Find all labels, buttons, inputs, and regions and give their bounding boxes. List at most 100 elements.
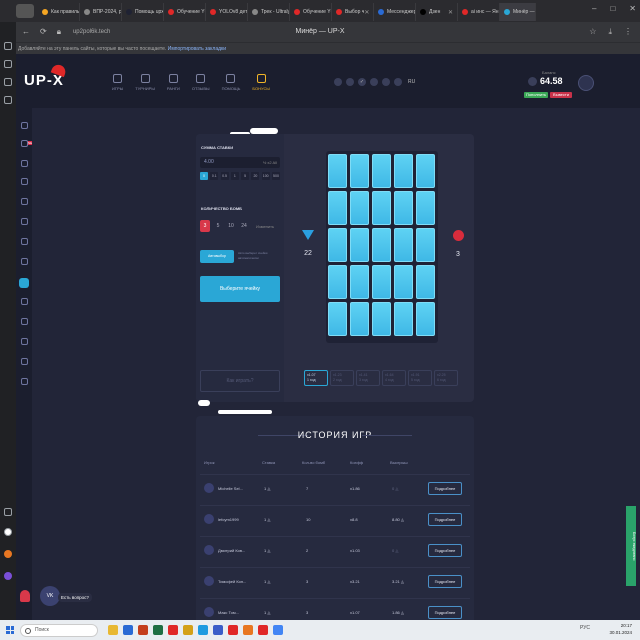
quick-bet-button[interactable]: 5 <box>241 172 250 180</box>
browser-tab[interactable]: YOLOv8 детек✕ <box>206 3 248 21</box>
mine-cell[interactable] <box>394 302 413 336</box>
bookmark-icon[interactable]: ☆ <box>589 27 596 37</box>
sidebar-app-icon[interactable] <box>4 550 12 558</box>
sidebar-collections-icon[interactable] <box>4 60 12 68</box>
browser-tab[interactable]: Трек - Ultralyt✕ <box>248 3 290 21</box>
nav-item-турниры[interactable]: ТУРНИРЫ <box>135 74 155 91</box>
details-button[interactable]: Подробнее <box>428 513 462 526</box>
quick-bet-button[interactable]: 100 <box>261 172 270 180</box>
mine-cell[interactable] <box>394 154 413 188</box>
mine-cell[interactable] <box>416 228 435 262</box>
details-button[interactable]: Подробнее <box>428 606 462 619</box>
url-field[interactable]: up2pol6k.tech <box>73 29 110 35</box>
select-cell-button[interactable]: Выберите ячейку <box>200 276 280 302</box>
game-rail-icon[interactable] <box>21 198 28 205</box>
instagram-icon[interactable] <box>394 78 402 86</box>
nav-item-помощь[interactable]: ПОМОЩЬ <box>222 74 240 91</box>
back-icon[interactable]: ← <box>22 27 30 37</box>
mine-cell[interactable] <box>328 265 347 299</box>
browser-tab[interactable]: Минёр —✕ <box>500 3 536 21</box>
nav-item-игры[interactable]: ИГРЫ <box>112 74 123 91</box>
mine-cell[interactable] <box>350 302 369 336</box>
downloads-icon[interactable]: ⤓ <box>608 27 612 37</box>
user-avatar[interactable] <box>578 75 594 91</box>
whatsapp-icon[interactable] <box>346 78 354 86</box>
taskbar-app-icon[interactable] <box>228 625 238 635</box>
taskbar-app-icon[interactable] <box>153 625 163 635</box>
how-to-play-button[interactable]: Как играть? <box>200 370 280 392</box>
chat-label[interactable]: Есть вопрос? <box>58 593 92 602</box>
sidebar-chatgpt-icon[interactable] <box>4 528 12 536</box>
quick-bet-button[interactable]: 1 <box>230 172 239 180</box>
tab-close-icon[interactable]: ✕ <box>364 9 369 16</box>
bomb-option[interactable]: 24 <box>239 220 249 232</box>
mine-cell[interactable] <box>328 228 347 262</box>
mine-cell[interactable] <box>350 265 369 299</box>
reload-icon[interactable]: ⟳ <box>40 27 47 37</box>
taskbar-app-icon[interactable] <box>258 625 268 635</box>
game-rail-icon[interactable] <box>21 258 28 265</box>
tab-close-icon[interactable]: ✕ <box>448 9 453 16</box>
send-icon[interactable] <box>370 78 378 86</box>
quick-bet-button[interactable]: 20 <box>251 172 260 180</box>
tray-clock[interactable]: 20:17 30.01.2024 <box>609 622 632 636</box>
sidebar-apps-icon[interactable] <box>4 42 12 50</box>
browser-tab[interactable]: Обучение YC✕ <box>164 3 206 21</box>
quick-bet-button[interactable]: 0.1 <box>210 172 219 180</box>
game-rail-icon[interactable] <box>21 238 28 245</box>
details-button[interactable]: Подробнее <box>428 544 462 557</box>
bomb-option[interactable]: 3 <box>200 220 210 232</box>
auto-select-button[interactable]: Автовыбор <box>200 250 234 263</box>
game-rail-icon[interactable] <box>21 358 28 365</box>
browser-tab[interactable]: Помощь upx✕ <box>122 3 164 21</box>
tab-close-icon[interactable]: ✕ <box>535 9 536 16</box>
mine-cell[interactable] <box>350 154 369 188</box>
bet-amount-input[interactable]: 4.00 ½ x2 All <box>200 157 280 168</box>
nav-item-отзывы[interactable]: ОТЗЫВЫ <box>192 74 210 91</box>
browser-tab[interactable]: Выбор ч ✕ <box>332 3 374 21</box>
side-bonus-banner[interactable]: Бонус ежедневно <box>626 506 636 586</box>
taskbar-app-icon[interactable] <box>108 625 118 635</box>
browser-tab[interactable]: Как правильн✕ <box>38 3 80 21</box>
mine-cell[interactable] <box>328 154 347 188</box>
mine-cell[interactable] <box>350 191 369 225</box>
browser-tab[interactable]: Мессенджер✕ <box>374 3 416 21</box>
sidebar-downloads-icon[interactable] <box>4 96 12 104</box>
mine-cell[interactable] <box>416 154 435 188</box>
nav-item-ранги[interactable]: РАНГИ <box>167 74 180 91</box>
notifications-bell-icon[interactable] <box>20 590 30 602</box>
nav-item-бонусы[interactable]: БОНУСЫ <box>252 74 270 91</box>
mine-cell[interactable] <box>328 191 347 225</box>
maximize-icon[interactable]: □ <box>610 4 615 13</box>
game-rail-icon[interactable] <box>21 298 28 305</box>
change-bombs-link[interactable]: Изменить <box>256 224 274 229</box>
browser-tab[interactable]: ai инс — Ян✕ <box>458 3 500 21</box>
close-icon[interactable]: ✕ <box>629 4 636 13</box>
mine-cell[interactable] <box>350 228 369 262</box>
game-rail-icon[interactable] <box>21 160 28 167</box>
mine-cell[interactable] <box>394 191 413 225</box>
sidebar-add-icon[interactable] <box>4 508 12 516</box>
youtube-icon[interactable] <box>382 78 390 86</box>
taskbar-app-icon[interactable] <box>123 625 133 635</box>
mine-cell[interactable] <box>416 265 435 299</box>
game-rail-icon[interactable] <box>19 278 29 288</box>
mine-cell[interactable] <box>394 265 413 299</box>
withdraw-button[interactable]: Вывести <box>550 92 572 98</box>
taskbar-app-icon[interactable] <box>168 625 178 635</box>
taskbar-search[interactable]: Поиск <box>20 623 98 637</box>
taskbar-app-icon[interactable] <box>243 625 253 635</box>
mine-cell[interactable] <box>372 228 391 262</box>
minimize-icon[interactable]: – <box>592 4 596 13</box>
import-bookmarks-link[interactable]: Импортировать закладки <box>168 46 226 52</box>
quick-bet-button[interactable]: 500 <box>271 172 280 180</box>
bet-modifiers[interactable]: ½ x2 All <box>263 157 277 168</box>
browser-profile-button[interactable] <box>16 4 34 18</box>
deposit-button[interactable]: Пополнить <box>524 92 548 98</box>
mine-cell[interactable] <box>372 191 391 225</box>
game-rail-icon[interactable] <box>21 218 28 225</box>
taskbar-app-icon[interactable] <box>138 625 148 635</box>
quick-bet-button[interactable]: 0.5 <box>220 172 229 180</box>
vk-chat-button[interactable]: VK <box>40 586 60 606</box>
mine-cell[interactable] <box>394 228 413 262</box>
